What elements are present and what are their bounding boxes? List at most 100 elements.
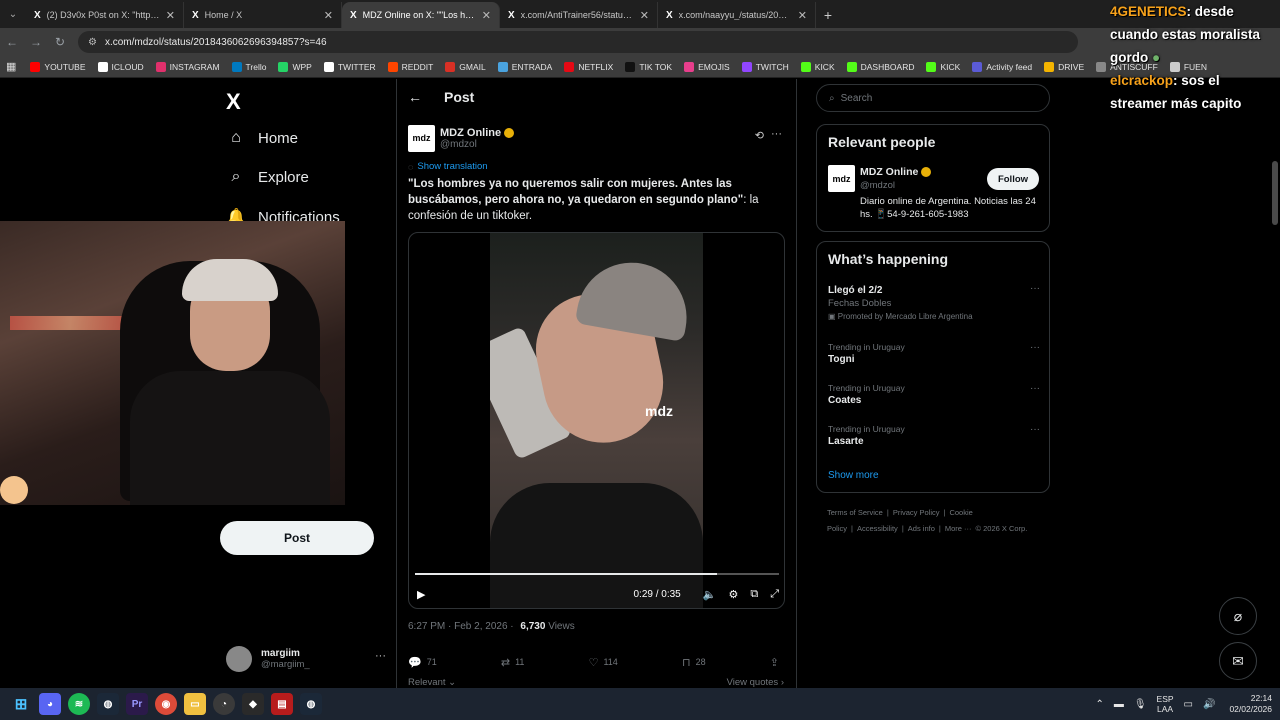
footer-link[interactable]: More ···: [945, 524, 972, 533]
bookmark-item[interactable]: Activity feed: [972, 61, 1032, 72]
back-arrow-icon[interactable]: ←: [0, 35, 24, 49]
streamer-bot-icon[interactable]: ▤: [271, 693, 293, 715]
microphone-icon[interactable]: 🎙: [1134, 699, 1147, 710]
language-indicator[interactable]: ESP LAA: [1157, 694, 1174, 714]
bookmark-item[interactable]: INSTAGRAM: [155, 61, 220, 72]
account-switcher[interactable]: margiim @margiim_ ···: [226, 644, 386, 674]
browser-tab[interactable]: X x.com/AntiTrainer56/status/201 ✕: [500, 2, 658, 28]
obs-icon[interactable]: ◔: [213, 693, 235, 715]
apps-grid-icon[interactable]: ▦: [6, 60, 16, 73]
nav-home[interactable]: ⌂ Home: [226, 129, 298, 147]
bookmark-item[interactable]: NETFLIX: [564, 61, 613, 72]
nav-explore[interactable]: ⌕ Explore: [226, 168, 309, 186]
bookmark-item[interactable]: TIK TOK: [625, 61, 672, 72]
bookmark-item[interactable]: KICK: [926, 61, 960, 72]
video-progress-bar[interactable]: [415, 573, 779, 575]
browser-tab-active[interactable]: X MDZ Online on X: ""Los hombre ✕: [342, 2, 500, 28]
messages-fab-button[interactable]: ✉: [1219, 642, 1257, 680]
author-name-row[interactable]: MDZ Online: [440, 127, 515, 139]
trend-item[interactable]: Trending in Uruguay Togni ···: [828, 342, 1040, 365]
fullscreen-icon[interactable]: ⤢: [770, 588, 779, 601]
page-scrollbar[interactable]: [1272, 161, 1278, 225]
bookmark-item[interactable]: ICLOUD: [97, 61, 144, 72]
footer-link[interactable]: Ads info: [908, 524, 935, 533]
browser-tab[interactable]: X Home / X ✕: [184, 2, 342, 28]
more-icon[interactable]: ···: [1030, 383, 1040, 394]
url-field[interactable]: ⚙ x.com/mdzol/status/2018436062696394857…: [78, 31, 1078, 53]
forward-arrow-icon[interactable]: →: [24, 35, 48, 49]
close-tab-icon[interactable]: ✕: [482, 9, 491, 22]
discord-icon[interactable]: ◕: [39, 693, 61, 715]
more-icon[interactable]: ···: [1030, 283, 1040, 294]
grok-icon[interactable]: ⟲: [755, 129, 764, 142]
bookmark-item[interactable]: TWITCH: [741, 61, 789, 72]
repost-button[interactable]: ⇄ 11: [501, 655, 525, 669]
browser-tab[interactable]: X x.com/naayyu_/status/2018492 ✕: [658, 2, 816, 28]
steam-icon[interactable]: ◍: [300, 693, 322, 715]
follow-button[interactable]: Follow: [987, 168, 1039, 190]
show-more-link[interactable]: Show more: [828, 470, 879, 481]
reload-icon[interactable]: ↻: [48, 35, 72, 49]
chrome-icon[interactable]: ◉: [155, 693, 177, 715]
more-icon[interactable]: ···: [1030, 424, 1040, 435]
play-icon[interactable]: ▶: [417, 588, 425, 601]
steam-icon[interactable]: ◍: [97, 693, 119, 715]
trend-item[interactable]: Trending in Uruguay Lasarte ···: [828, 424, 1040, 447]
chevron-up-icon[interactable]: ⌃: [1095, 699, 1103, 710]
reply-button[interactable]: 💬 71: [408, 655, 437, 669]
trend-item[interactable]: Llegó el 2/2 Fechas Dobles ▣ Promoted by…: [828, 283, 1040, 321]
flag-icon[interactable]: ▬: [1114, 699, 1124, 710]
windows-start-icon[interactable]: ⊞: [10, 693, 32, 715]
bookmark-item[interactable]: Trello: [231, 61, 266, 72]
bookmark-item[interactable]: REDDIT: [387, 61, 433, 72]
bookmark-item[interactable]: WPP: [278, 61, 312, 72]
bookmark-item[interactable]: GMAIL: [445, 61, 486, 72]
picture-in-picture-icon[interactable]: ⧉: [750, 588, 758, 601]
relevant-name-row[interactable]: MDZ Online: [860, 166, 932, 178]
share-button[interactable]: ⇪: [770, 655, 784, 669]
more-icon[interactable]: ···: [375, 650, 386, 662]
video-frame[interactable]: mdz: [490, 233, 703, 608]
spotify-icon[interactable]: ≋: [68, 693, 90, 715]
x-logo-icon[interactable]: X: [226, 89, 241, 115]
bookmark-item[interactable]: ENTRADA: [497, 61, 552, 72]
back-arrow-icon[interactable]: ←: [408, 89, 422, 105]
bookmark-item[interactable]: KICK: [800, 61, 835, 72]
trend-item[interactable]: Trending in Uruguay Coates ···: [828, 383, 1040, 406]
show-translation-link[interactable]: ◌ Show translation: [408, 161, 488, 172]
sort-dropdown[interactable]: Relevant ⌄: [408, 677, 456, 688]
browser-tab[interactable]: X (2) D3v0x P0st on X: "https://t.co ✕: [26, 2, 184, 28]
bookmark-item[interactable]: DRIVE: [1044, 61, 1084, 72]
settings-gear-icon[interactable]: ⚙: [728, 588, 738, 601]
premiere-icon[interactable]: Pr: [126, 693, 148, 715]
close-tab-icon[interactable]: ✕: [640, 9, 649, 22]
tab-search-icon[interactable]: ⌄: [0, 0, 26, 28]
relevant-avatar[interactable]: mdz: [828, 165, 855, 192]
bookmark-item[interactable]: YOUTUBE: [30, 61, 86, 72]
post-timestamp[interactable]: 6:27 PM · Feb 2, 2026 ·: [408, 621, 516, 632]
search-input[interactable]: ⌕ Search: [816, 84, 1050, 112]
footer-link[interactable]: Privacy Policy: [893, 508, 940, 517]
volume-icon[interactable]: 🔈: [703, 588, 717, 601]
bookmark-button[interactable]: ⊓ 28: [682, 655, 706, 669]
footer-link[interactable]: Terms of Service: [827, 508, 883, 517]
like-button[interactable]: ♡ 114: [589, 655, 618, 669]
bookmark-item[interactable]: TWITTER: [323, 61, 376, 72]
file-explorer-icon[interactable]: ▭: [184, 693, 206, 715]
app-icon[interactable]: ◆: [242, 693, 264, 715]
new-tab-button[interactable]: +: [816, 2, 840, 28]
footer-link[interactable]: © 2026 X Corp.: [976, 524, 1028, 533]
bookmark-item[interactable]: DASHBOARD: [846, 61, 914, 72]
close-tab-icon[interactable]: ✕: [166, 9, 175, 22]
more-icon[interactable]: ···: [771, 128, 782, 140]
more-icon[interactable]: ···: [1030, 342, 1040, 353]
video-player[interactable]: mdz ▶ 0:29 / 0:35 🔈 ⚙ ⧉ ⤢: [408, 232, 785, 609]
grok-fab-button[interactable]: ⌀: [1219, 597, 1257, 635]
volume-icon[interactable]: 🔊: [1203, 699, 1215, 710]
clock[interactable]: 22:14 02/02/2026: [1229, 693, 1272, 715]
close-tab-icon[interactable]: ✕: [324, 9, 333, 22]
site-info-icon[interactable]: ⚙: [88, 37, 97, 48]
bookmark-item[interactable]: EMOJIS: [684, 61, 730, 72]
network-icon[interactable]: ▭: [1184, 699, 1193, 710]
close-tab-icon[interactable]: ✕: [798, 9, 807, 22]
